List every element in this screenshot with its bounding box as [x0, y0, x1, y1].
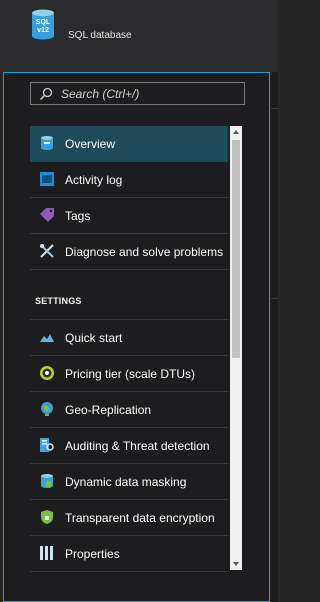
- sql-database-icon: SQL v12: [32, 9, 54, 40]
- masking-icon: [41, 474, 53, 488]
- resource-menu: Overview Activity log Tags Diagnose and …: [30, 126, 228, 572]
- section-heading: SETTINGS: [35, 296, 82, 306]
- globe-icon: [41, 402, 53, 416]
- menu-item-label: Geo-Replication: [65, 403, 152, 417]
- menu-item-transparent-data-encryption[interactable]: Transparent data encryption: [30, 500, 228, 536]
- menu-item-label: Tags: [65, 209, 91, 223]
- menu-item-quick-start[interactable]: Quick start: [30, 320, 228, 356]
- menu-item-geo-replication[interactable]: Geo-Replication: [30, 392, 228, 428]
- menu-item-diagnose[interactable]: Diagnose and solve problems: [30, 234, 228, 270]
- wrench-icon: [40, 244, 54, 258]
- menu-item-dynamic-data-masking[interactable]: Dynamic data masking: [30, 464, 228, 500]
- right-panel-edge: [271, 72, 278, 602]
- search-box[interactable]: [30, 82, 245, 105]
- shield-icon: [41, 510, 53, 524]
- top-bar: SQL v12 SQL database: [0, 0, 278, 72]
- search-icon: [39, 87, 53, 101]
- menu-item-label: Auditing & Threat detection: [65, 439, 210, 453]
- menu-item-tags[interactable]: Tags: [30, 198, 228, 234]
- search-input[interactable]: [61, 85, 241, 102]
- sql-database-icon: [41, 136, 53, 150]
- menu-item-auditing[interactable]: Auditing & Threat detection: [30, 428, 228, 464]
- menu-item-pricing-tier[interactable]: Pricing tier (scale DTUs): [30, 356, 228, 392]
- scroll-down-arrow[interactable]: [233, 562, 239, 566]
- menu-item-activity-log[interactable]: Activity log: [30, 162, 228, 198]
- tag-icon: [40, 208, 54, 222]
- resource-type-title: SQL database: [68, 30, 132, 41]
- menu-item-label: Diagnose and solve problems: [65, 245, 224, 259]
- settings-section: SETTINGS: [30, 270, 228, 320]
- pricing-icon: [40, 366, 54, 380]
- sql-icon-text: SQL: [36, 19, 51, 26]
- cloud-icon: [40, 334, 54, 342]
- scroll-up-arrow[interactable]: [233, 130, 239, 134]
- menu-item-overview[interactable]: Overview: [30, 126, 228, 162]
- properties-icon: [40, 546, 53, 560]
- menu-item-label: Dynamic data masking: [65, 475, 187, 489]
- menu-item-label: Activity log: [65, 173, 123, 187]
- menu-item-label: Quick start: [65, 331, 123, 345]
- menu-item-label: Pricing tier (scale DTUs): [65, 367, 196, 381]
- menu-item-label: Overview: [65, 137, 116, 151]
- menu-item-label: Properties: [65, 547, 120, 561]
- activity-log-icon: [40, 172, 54, 186]
- menu-scrollbar[interactable]: [230, 126, 242, 570]
- menu-item-properties[interactable]: Properties: [30, 536, 228, 572]
- auditing-icon: [40, 438, 54, 452]
- scrollbar-thumb[interactable]: [232, 140, 240, 358]
- menu-item-label: Transparent data encryption: [65, 511, 215, 525]
- version-icon-text: v12: [37, 27, 49, 34]
